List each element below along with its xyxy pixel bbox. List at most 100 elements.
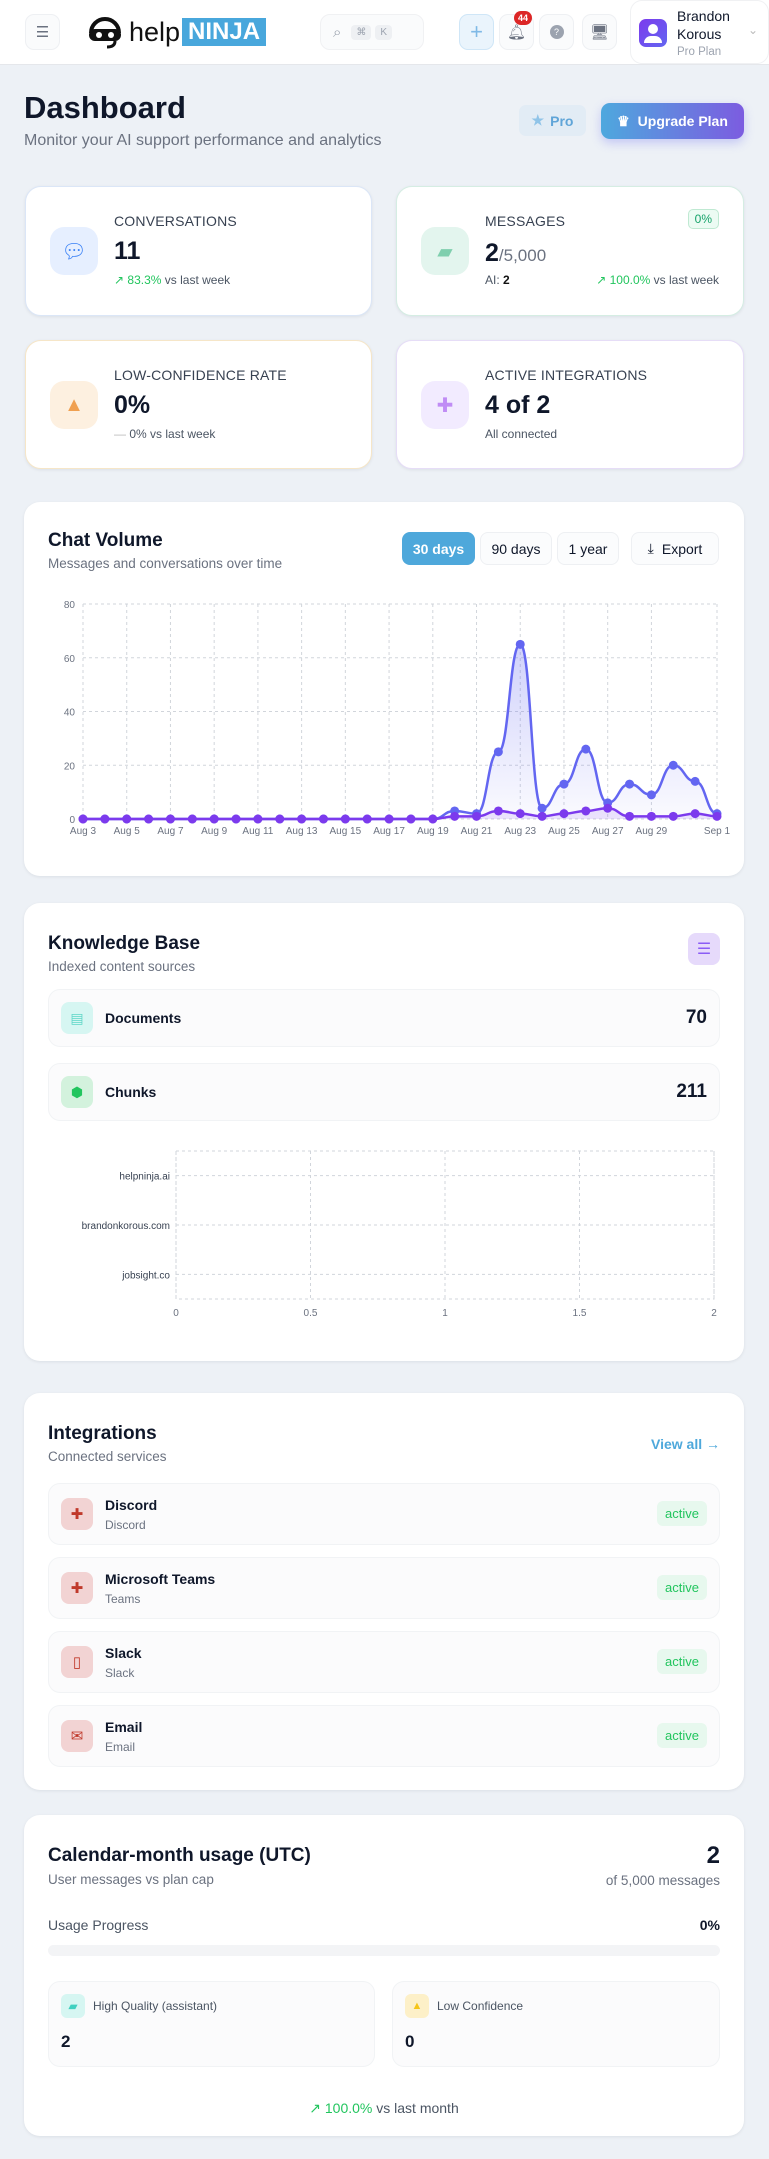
view-all-link[interactable]: View all → [651,1436,720,1452]
puzzle-icon: ✚ [61,1572,93,1604]
data-point-messages [581,744,591,754]
user-menu[interactable]: Brandon Korous Pro Plan ⌄ [630,0,769,64]
x-tick-label: Aug 13 [286,826,318,837]
messages-usage-badge: 0% [687,209,719,229]
data-point-conversations [100,814,110,824]
ninja-headset-icon [89,17,121,49]
x-tick-label: 0 [173,1308,179,1319]
x-tick-label: Aug 5 [114,826,141,837]
chevron-down-icon: ⌄ [747,23,758,37]
usage-card: Calendar-month usage (UTC) User messages… [24,1815,744,2136]
search-button[interactable]: ⌕ ⌘ K [320,14,424,50]
x-tick-label: Aug 7 [157,826,184,837]
y-tick-label: 60 [64,654,76,665]
x-tick-label: Aug 29 [636,826,668,837]
status-badge: active [657,1501,707,1526]
x-tick-label: Sep 1 [704,826,731,837]
data-point-conversations [406,814,416,824]
data-point-messages [646,790,656,800]
warning-icon: ▲ [50,381,98,429]
data-point-conversations [690,809,700,819]
messages-card: ▰ MESSAGES 0% 2/5,000 AI: 2 ↗ 100.0% vs … [396,186,744,316]
low-confidence-tile: ▲ Low Confidence 0 [392,1981,720,2067]
x-tick-label: Aug 15 [329,826,361,837]
series-area-messages [83,644,717,819]
data-point-messages [559,779,569,789]
logo[interactable]: help NINJA [85,14,267,50]
y-tick-label: 40 [64,708,76,719]
data-point-messages [515,639,525,649]
integrations-card: ✚ ACTIVE INTEGRATIONS 4 of 2 All connect… [396,340,744,469]
data-point-conversations [297,814,307,824]
x-tick-label: Aug 25 [548,826,580,837]
pro-badge[interactable]: ★ Pro [519,105,586,136]
notification-badge: 44 [513,11,532,25]
data-point-conversations [646,811,656,821]
add-button[interactable]: + [459,14,494,50]
top-bar: ☰ help NINJA ⌕ ⌘ K + 🔔︎ 44 ? 🖥︎ Brandon … [0,0,769,65]
data-point-conversations [603,803,613,813]
integration-item[interactable]: ▯ Slack Slack active [48,1631,720,1693]
low-confidence-card: ▲ LOW-CONFIDENCE RATE 0% — 0% vs last we… [25,340,372,469]
y-tick-label: 80 [64,600,76,611]
trend-flat-icon: — [114,427,126,441]
sources-bar-chart: 0 0.5 1 1.5 2 helpninja.ai brandonkorous.com jo… [82,1150,717,1319]
data-point-conversations [559,809,569,819]
data-point-messages [537,803,547,813]
menu-button[interactable]: ☰ [25,14,60,50]
data-point-conversations [428,814,438,824]
page-title: Dashboard [24,90,186,125]
data-point-conversations [122,814,132,824]
data-point-conversations [144,814,154,824]
data-point-conversations [165,814,175,824]
chat-volume-card: Chat Volume Messages and conversations o… [24,502,744,876]
integration-item[interactable]: ✚ Discord Discord active [48,1483,720,1545]
status-badge: active [657,1649,707,1674]
data-point-conversations [712,811,722,821]
avatar [639,19,667,47]
plus-icon: + [470,19,483,44]
status-badge: active [657,1575,707,1600]
bell-icon: 🔔︎ [506,24,527,41]
x-tick-label: Aug 23 [504,826,536,837]
x-tick-label: Aug 27 [592,826,624,837]
x-tick-label: Aug 3 [70,826,97,837]
y-tick-label: 0 [69,815,75,826]
data-point-conversations [515,809,525,819]
data-point-conversations [472,811,482,821]
y-category-label: helpninja.ai [119,1172,170,1183]
arrow-right-icon: → [706,1436,720,1452]
data-point-conversations [362,814,372,824]
data-point-conversations [384,814,394,824]
x-tick-label: 2 [711,1308,717,1319]
data-point-conversations [78,814,88,824]
hamburger-icon: ☰ [35,24,50,41]
data-point-conversations [275,814,285,824]
help-button[interactable]: ? [539,14,574,50]
display-button[interactable]: 🖥︎ [582,14,617,50]
status-badge: active [657,1723,707,1748]
trend-up-icon: ↗ [596,273,607,287]
chat-volume-chart: 0 20 40 60 80 Aug 3 Aug 5 Aug 7 Aug 9 Aug 11 Aug 1… [64,600,731,837]
upgrade-plan-button[interactable]: ♛ Upgrade Plan [601,103,744,139]
knowledge-base-card: Knowledge Base Indexed content sources ☰… [24,903,744,1361]
trend-up-icon: ↗ [309,2100,321,2116]
data-point-conversations [493,806,503,816]
x-tick-label: 0.5 [304,1308,318,1319]
data-point-conversations [581,806,591,816]
data-point-conversations [668,811,678,821]
phone-icon: ▯ [61,1646,93,1678]
integration-item[interactable]: ✉ Email Email active [48,1705,720,1767]
mail-icon: ✉ [61,1720,93,1752]
chat-icon: ▰ [61,1994,85,2018]
x-tick-label: Aug 21 [461,826,493,837]
x-tick-label: 1.5 [573,1308,587,1319]
monitor-icon: 🖥︎ [589,24,610,41]
x-tick-label: Aug 11 [242,826,273,837]
data-point-messages [668,760,678,770]
page-subtitle: Monitor your AI support performance and … [24,132,382,149]
integrations-list-card: Integrations Connected services View all… [24,1393,744,1790]
message-icon: ▰ [421,227,469,275]
notifications-button[interactable]: 🔔︎ 44 [499,11,534,50]
integration-item[interactable]: ✚ Microsoft Teams Teams active [48,1557,720,1619]
